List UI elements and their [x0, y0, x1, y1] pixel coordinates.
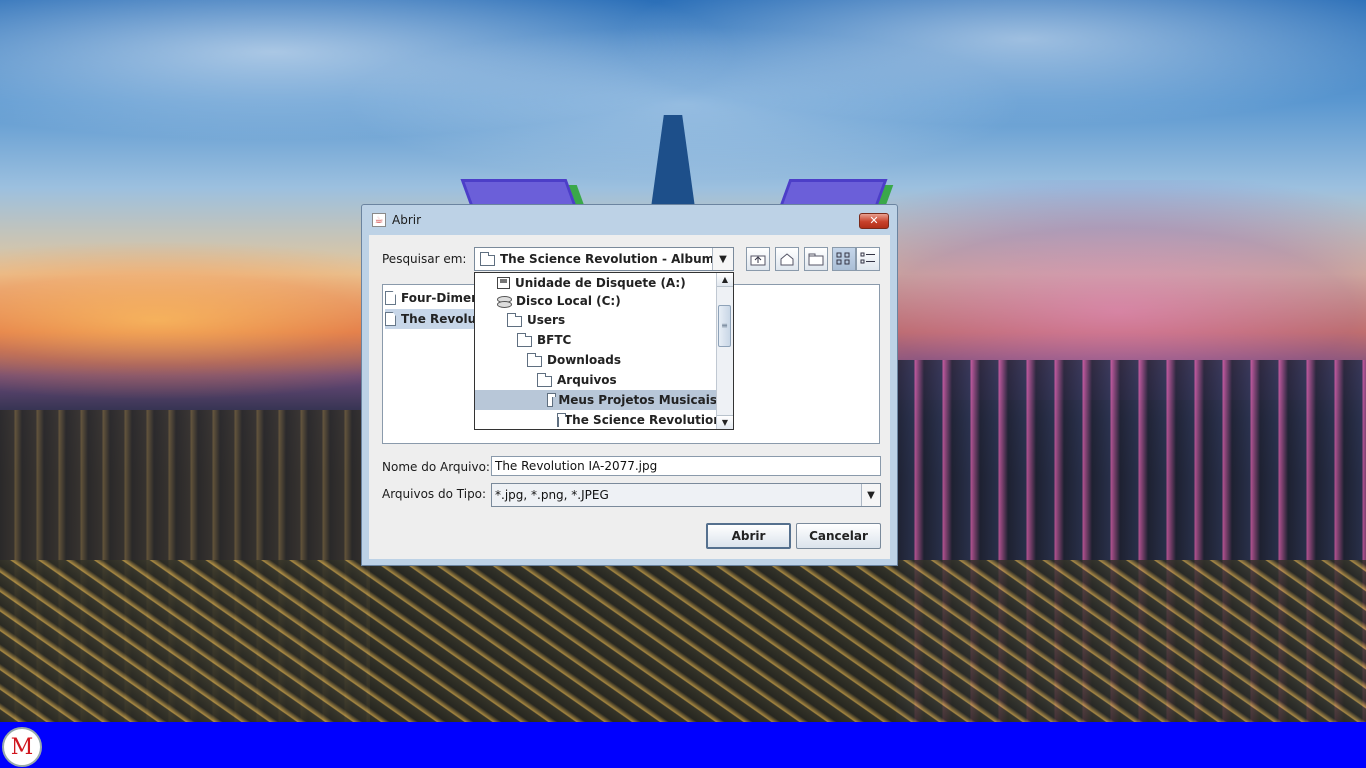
lookin-label: Pesquisar em:	[382, 252, 467, 266]
scroll-thumb[interactable]: ≡	[718, 305, 731, 347]
details-view-button[interactable]	[856, 247, 880, 271]
dropdown-item-meus-projetos[interactable]: Meus Projetos Musicais	[475, 390, 717, 410]
chevron-down-icon[interactable]: ▼	[861, 484, 880, 506]
close-button[interactable]: ✕	[859, 213, 889, 229]
dropdown-item-label: Arquivos	[557, 373, 617, 387]
home-button[interactable]	[775, 247, 799, 271]
dropdown-item-downloads[interactable]: Downloads	[475, 350, 717, 370]
dropdown-item-arquivos[interactable]: Arquivos	[475, 370, 717, 390]
list-view-button[interactable]	[832, 247, 856, 271]
home-icon	[780, 253, 794, 266]
filetype-value: *.jpg, *.png, *.JPEG	[495, 488, 609, 502]
wallpaper-ground	[0, 560, 1366, 722]
folder-icon	[547, 392, 557, 407]
lookin-dropdown-list[interactable]: Unidade de Disquete (A:) Disco Local (C:…	[474, 272, 734, 430]
dropdown-item-label: Users	[527, 313, 566, 327]
dropdown-item-label: Disco Local (C:)	[516, 294, 621, 308]
up-folder-icon	[750, 255, 766, 266]
folder-icon	[507, 312, 522, 327]
dropdown-item-users[interactable]: Users	[475, 310, 717, 330]
new-folder-icon	[808, 253, 824, 266]
open-button[interactable]: Abrir	[706, 523, 791, 549]
dropdown-item-label: The Science Revolution -	[564, 413, 731, 427]
dropdown-item-label: Meus Projetos Musicais	[558, 393, 717, 407]
dropdown-item-label: Unidade de Disquete (A:)	[515, 276, 686, 290]
chevron-down-icon[interactable]: ▼	[712, 248, 733, 270]
folder-icon	[480, 251, 495, 266]
new-folder-button[interactable]	[804, 247, 828, 271]
folder-icon	[537, 372, 552, 387]
dropdown-item-label: Downloads	[547, 353, 622, 367]
dropdown-scrollbar[interactable]: ▲ ≡ ▼	[716, 273, 733, 429]
floppy-drive-icon	[497, 277, 510, 289]
details-view-icon	[860, 252, 875, 264]
dropdown-item-label: BFTC	[537, 333, 572, 347]
dialog-titlebar[interactable]: ☕ Abrir ✕	[362, 205, 897, 235]
folder-icon	[527, 352, 542, 367]
filetype-label: Arquivos do Tipo:	[382, 487, 487, 501]
lookin-combobox[interactable]: The Science Revolution - Album ▼	[474, 247, 734, 271]
file-icon	[385, 312, 396, 326]
dropdown-item-floppy[interactable]: Unidade de Disquete (A:)	[475, 273, 717, 293]
folder-icon	[517, 332, 532, 347]
cancel-button[interactable]: Cancelar	[796, 523, 881, 549]
list-view-icon	[836, 252, 850, 265]
scroll-down-icon[interactable]: ▼	[717, 415, 733, 429]
file-icon	[385, 291, 396, 305]
scroll-up-icon[interactable]: ▲	[717, 273, 733, 287]
dropdown-item-local-disk[interactable]: Disco Local (C:)	[475, 291, 717, 311]
dialog-title: Abrir	[392, 213, 422, 227]
dropdown-item-bftc[interactable]: BFTC	[475, 330, 717, 350]
hard-disk-icon	[497, 295, 512, 308]
dropdown-item-science-revolution[interactable]: The Science Revolution -	[475, 410, 731, 429]
filetype-combobox[interactable]: *.jpg, *.png, *.JPEG ▼	[491, 483, 881, 507]
taskbar: M	[0, 722, 1366, 768]
folder-icon	[557, 412, 566, 427]
up-one-level-button[interactable]	[746, 247, 770, 271]
filename-label: Nome do Arquivo:	[382, 460, 490, 474]
java-cup-icon: ☕	[372, 213, 386, 227]
lookin-value: The Science Revolution - Album	[500, 252, 715, 266]
filename-input[interactable]: The Revolution IA-2077.jpg	[491, 456, 881, 476]
start-button[interactable]: M	[2, 727, 42, 767]
